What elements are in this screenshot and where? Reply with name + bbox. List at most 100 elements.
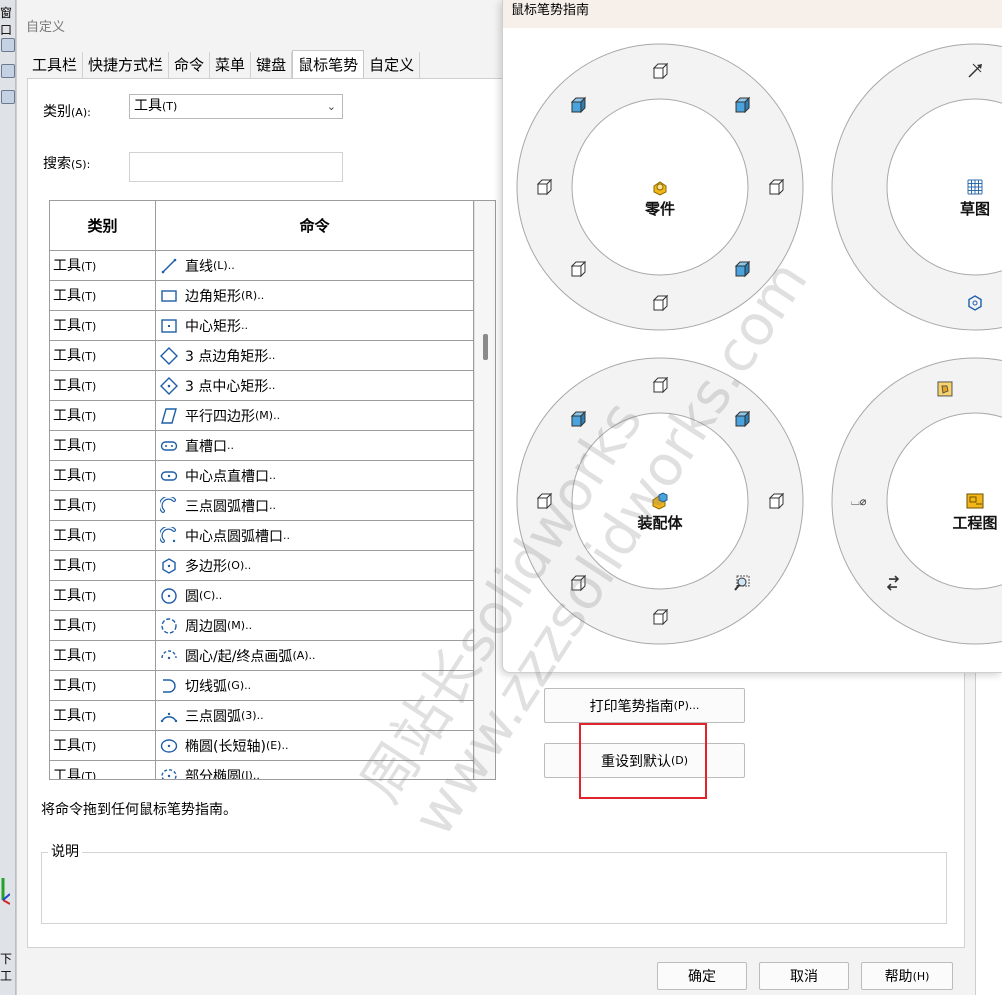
row-command[interactable]: 切线弧 (G).. (156, 671, 474, 700)
reset-to-default-button[interactable]: 重设到默认 (D) (544, 743, 745, 778)
table-row[interactable]: 工具(T) 三点圆弧 (3).. (50, 701, 495, 731)
help-button[interactable]: 帮助 (H) (861, 962, 953, 990)
bottom-view-icon[interactable] (652, 294, 669, 312)
svg-text:⌴⌀: ⌴⌀ (851, 495, 867, 508)
row-command[interactable]: 三点圆弧 (3).. (156, 701, 474, 730)
table-scrollbar[interactable] (474, 201, 495, 779)
row-category: 工具(T) (50, 731, 156, 760)
row-command[interactable]: 椭圆(长短轴) (E).. (156, 731, 474, 760)
tab-shortcut-bar[interactable]: 快捷方式栏 (83, 52, 170, 78)
hole-callout-icon[interactable]: ⌴⌀ (851, 495, 867, 508)
axis-triad-icon (1, 878, 10, 905)
isometric-view-icon[interactable] (734, 410, 751, 428)
dimetric-view-icon[interactable] (570, 410, 587, 428)
tab-menus[interactable]: 菜单 (210, 52, 252, 78)
dimetric-view-icon[interactable] (570, 96, 587, 114)
tab-strip: 工具栏 快捷方式栏 命令 菜单 键盘 鼠标笔势 自定义 (27, 50, 421, 79)
tab-mouse-gestures[interactable]: 鼠标笔势 (292, 50, 365, 79)
scrollbar-thumb[interactable] (483, 334, 488, 360)
table-row[interactable]: 工具(T) 圆心/起/终点画弧 (A).. (50, 641, 495, 671)
category-dropdown[interactable]: 工具(T) ⌄ (129, 94, 343, 119)
tab-commands[interactable]: 命令 (169, 52, 211, 78)
model-items-icon[interactable] (937, 381, 953, 397)
isometric-view-icon[interactable] (734, 96, 751, 114)
front-view-icon[interactable] (570, 260, 587, 278)
search-input[interactable] (129, 152, 343, 182)
right-view-icon[interactable] (768, 178, 785, 196)
three-point-center-rectangle-icon (160, 376, 178, 395)
line-icon (161, 258, 177, 273)
gesture-wheel: 工程图⌴⌀A (831, 357, 1002, 645)
row-command[interactable]: 周边圆 (M).. (156, 611, 474, 640)
table-row[interactable]: 工具(T) 平行四边形 (M).. (50, 401, 495, 431)
table-row[interactable]: 工具(T) 多边形 (O).. (50, 551, 495, 581)
background-tool-icon[interactable] (1, 38, 15, 52)
table-row[interactable]: 工具(T) 中心点直槽口.. (50, 461, 495, 491)
row-command[interactable]: 圆心/起/终点画弧 (A).. (156, 641, 474, 670)
tab-keyboard[interactable]: 键盘 (251, 52, 293, 78)
center-rectangle-icon (161, 318, 177, 333)
top-view-icon[interactable] (652, 376, 669, 394)
dialog-title: 自定义 (26, 20, 66, 35)
row-category: 工具(T) (50, 551, 156, 580)
gesture-wheels: 零件草图装配体工程图⌴⌀A (516, 43, 1002, 645)
table-row[interactable]: 工具(T) 圆 (C).. (50, 581, 495, 611)
tab-customization[interactable]: 自定义 (364, 52, 421, 78)
row-category: 工具(T) (50, 311, 156, 340)
table-row[interactable]: 工具(T) 周边圆 (M).. (50, 611, 495, 641)
table-row[interactable]: 工具(T) 部分椭圆 (I).. (50, 761, 495, 779)
row-command[interactable]: 3 点中心矩形.. (156, 371, 474, 400)
table-row[interactable]: 工具(T) 中心点圆弧槽口.. (50, 521, 495, 551)
wheel-label: 装配体 (636, 514, 683, 532)
column-header-command[interactable]: 命令 (156, 201, 474, 250)
right-view-icon[interactable] (768, 492, 785, 510)
row-command[interactable]: 多边形 (O).. (156, 551, 474, 580)
table-body: 工具(T) 直线 (L).. 工具(T) 边角矩形 (R).. 工具(T) 中心矩形.. 工具(… (50, 251, 495, 779)
row-command[interactable]: 中心矩形.. (156, 311, 474, 340)
front-view-icon[interactable] (570, 574, 587, 592)
print-gesture-guide-button[interactable]: 打印笔势指南 (P)... (544, 688, 745, 723)
table-row[interactable]: 工具(T) 椭圆(长短轴) (E).. (50, 731, 495, 761)
wheel-label: 工程图 (952, 514, 997, 532)
center-arc-icon (161, 649, 177, 659)
row-command[interactable]: 直线 (L).. (156, 251, 474, 280)
gesture-wheel: 草图 (831, 43, 1002, 331)
table-row[interactable]: 工具(T) 三点圆弧槽口.. (50, 491, 495, 521)
top-view-icon[interactable] (652, 62, 669, 80)
ok-button[interactable]: 确定 (657, 962, 747, 990)
background-tool-icon[interactable] (1, 90, 15, 104)
row-command[interactable]: 圆 (C).. (156, 581, 474, 610)
row-command[interactable]: 部分椭圆 (I).. (156, 761, 474, 779)
row-category: 工具(T) (50, 611, 156, 640)
row-command[interactable]: 平行四边形 (M).. (156, 401, 474, 430)
table-row[interactable]: 工具(T) 3 点中心矩形.. (50, 371, 495, 401)
row-command[interactable]: 中心点圆弧槽口.. (156, 521, 474, 550)
table-row[interactable]: 工具(T) 直线 (L).. (50, 251, 495, 281)
table-row[interactable]: 工具(T) 中心矩形.. (50, 311, 495, 341)
table-row[interactable]: 工具(T) 直槽口.. (50, 431, 495, 461)
table-row[interactable]: 工具(T) 边角矩形 (R).. (50, 281, 495, 311)
drag-hint-text: 将命令拖到任何鼠标笔势指南。 (41, 802, 237, 818)
straight-slot-icon (160, 440, 178, 451)
table-row[interactable]: 工具(T) 3 点边角矩形.. (50, 341, 495, 371)
row-command[interactable]: 3 点边角矩形.. (156, 341, 474, 370)
column-header-category[interactable]: 类别 (50, 201, 156, 250)
trimetric-view-icon[interactable] (734, 260, 751, 278)
left-view-icon[interactable] (536, 178, 553, 196)
row-command[interactable]: 直槽口.. (156, 431, 474, 460)
bottom-view-icon[interactable] (652, 608, 669, 626)
background-tool-icon[interactable] (1, 64, 15, 78)
row-command[interactable]: 边角矩形 (R).. (156, 281, 474, 310)
background-menu-label[interactable]: 窗口 (0, 4, 15, 38)
row-category: 工具(T) (50, 641, 156, 670)
tab-toolbars[interactable]: 工具栏 (27, 52, 84, 78)
center-arc-slot-icon (160, 526, 176, 543)
row-category: 工具(T) (50, 521, 156, 550)
table-header: 类别 命令 (50, 201, 495, 251)
table-row[interactable]: 工具(T) 切线弧 (G).. (50, 671, 495, 701)
row-command[interactable]: 三点圆弧槽口.. (156, 491, 474, 520)
row-command[interactable]: 中心点直槽口.. (156, 461, 474, 490)
cancel-button[interactable]: 取消 (759, 962, 849, 990)
chevron-down-icon: ⌄ (326, 100, 336, 113)
left-view-icon[interactable] (536, 492, 553, 510)
